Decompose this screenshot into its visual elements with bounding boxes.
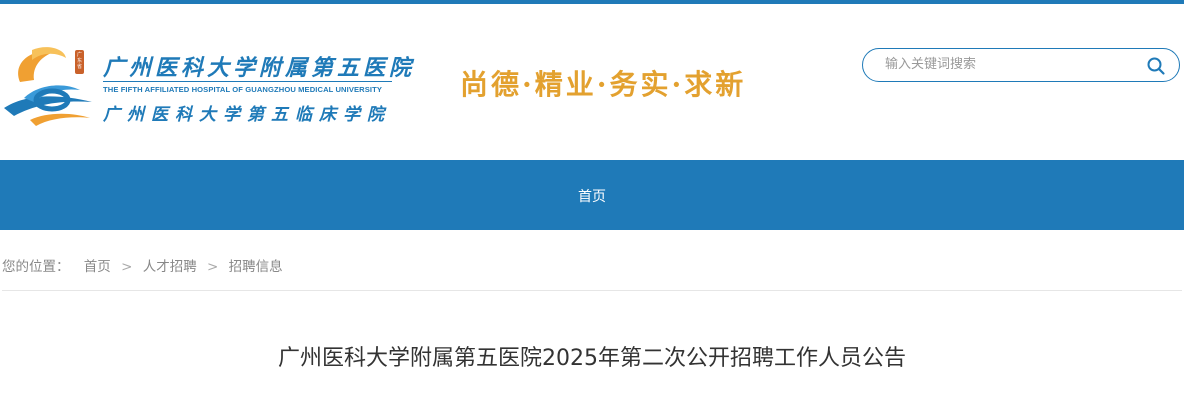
- svg-text:广东省: 广东省: [77, 51, 82, 70]
- logo-subname-cn: 广州医科大学第五临床学院: [103, 105, 391, 125]
- breadcrumb-recruitment-info[interactable]: 招聘信息: [229, 259, 283, 275]
- breadcrumb-separator: >: [121, 259, 133, 275]
- logo-name-cn: 广州医科大学附属第五医院: [103, 55, 416, 81]
- hospital-emblem-icon: 广东省: [4, 47, 92, 126]
- search-box: [862, 48, 1180, 82]
- breadcrumb: 您的位置： 首页 > 人才招聘 > 招聘信息: [2, 255, 283, 275]
- article-title: 广州医科大学附属第五医院2025年第二次公开招聘工作人员公告: [278, 346, 906, 371]
- hospital-slogan: 尚德·精业·务实·求新: [460, 68, 747, 101]
- site-header: 广东省 广州医科大学附属第五医院 THE FIFTH AFFILIATED HO…: [0, 4, 1184, 160]
- main-nav: 首页: [0, 160, 1184, 230]
- breadcrumb-prefix: 您的位置：: [2, 259, 70, 275]
- nav-item-home[interactable]: 首页: [578, 186, 606, 206]
- breadcrumb-home[interactable]: 首页: [84, 259, 111, 275]
- search-input[interactable]: [883, 51, 1137, 77]
- logo-name-en: THE FIFTH AFFILIATED HOSPITAL OF GUANGZH…: [103, 85, 383, 94]
- breadcrumb-recruitment[interactable]: 人才招聘: [143, 259, 197, 275]
- hospital-logo[interactable]: 广东省 广州医科大学附属第五医院 THE FIFTH AFFILIATED HO…: [0, 42, 411, 132]
- search-icon[interactable]: [1145, 55, 1167, 77]
- breadcrumb-divider: [2, 290, 1182, 291]
- breadcrumb-separator: >: [207, 259, 219, 275]
- logo-divider: [103, 81, 392, 82]
